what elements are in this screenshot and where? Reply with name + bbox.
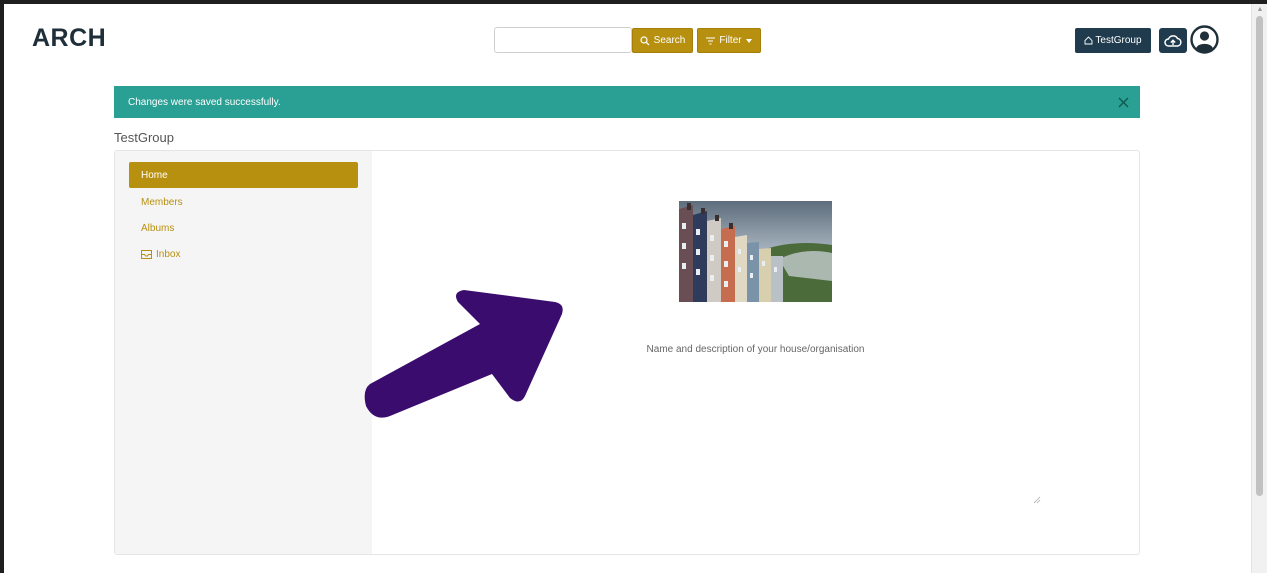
alert-message: Changes were saved successfully. [128, 96, 281, 108]
cloud-upload-icon [1164, 34, 1182, 47]
group-panel: Home Members Albums Inbox Name and descr… [114, 150, 1140, 555]
sidebar-item-home[interactable]: Home [129, 162, 358, 188]
filter-button[interactable]: Filter [697, 28, 761, 53]
sidebar-item-label: Members [141, 196, 183, 208]
filter-button-label: Filter [719, 35, 742, 46]
sidebar-item-label: Inbox [156, 248, 181, 260]
group-button[interactable]: TestGroup [1075, 28, 1151, 53]
search-button[interactable]: Search [632, 28, 693, 53]
inbox-icon [141, 249, 152, 259]
vertical-scrollbar[interactable]: ▲ [1251, 4, 1267, 573]
sidebar-item-label: Albums [141, 222, 175, 234]
sidebar-item-label: Home [141, 169, 168, 181]
home-icon [1084, 36, 1093, 45]
scrollbar-thumb[interactable] [1256, 16, 1263, 496]
success-alert: Changes were saved successfully. [114, 86, 1140, 118]
upload-button[interactable] [1159, 28, 1187, 53]
search-icon [640, 35, 650, 45]
filter-icon [706, 37, 716, 44]
scroll-up-icon[interactable]: ▲ [1256, 6, 1264, 14]
resize-handle-icon[interactable] [1033, 496, 1041, 504]
close-icon [1118, 97, 1128, 107]
arrow-annotation [364, 290, 563, 418]
sidebar-item-inbox[interactable]: Inbox [129, 241, 358, 267]
user-circle-icon[interactable] [1190, 25, 1219, 54]
close-button[interactable] [1114, 93, 1132, 111]
caret-down-icon [745, 38, 752, 43]
search-input[interactable] [494, 27, 632, 53]
group-button-label: TestGroup [1095, 35, 1142, 46]
search-button-label: Search [653, 35, 686, 46]
sidebar: Home Members Albums Inbox [115, 151, 372, 554]
app-logo[interactable]: ARCH [32, 24, 106, 53]
group-image[interactable] [679, 201, 832, 302]
sidebar-item-members[interactable]: Members [129, 189, 358, 215]
browser-frame: ARCH Search Filter TestGroup Changes wer… [0, 0, 1267, 573]
sidebar-item-albums[interactable]: Albums [129, 215, 358, 241]
page-title: TestGroup [114, 130, 174, 145]
